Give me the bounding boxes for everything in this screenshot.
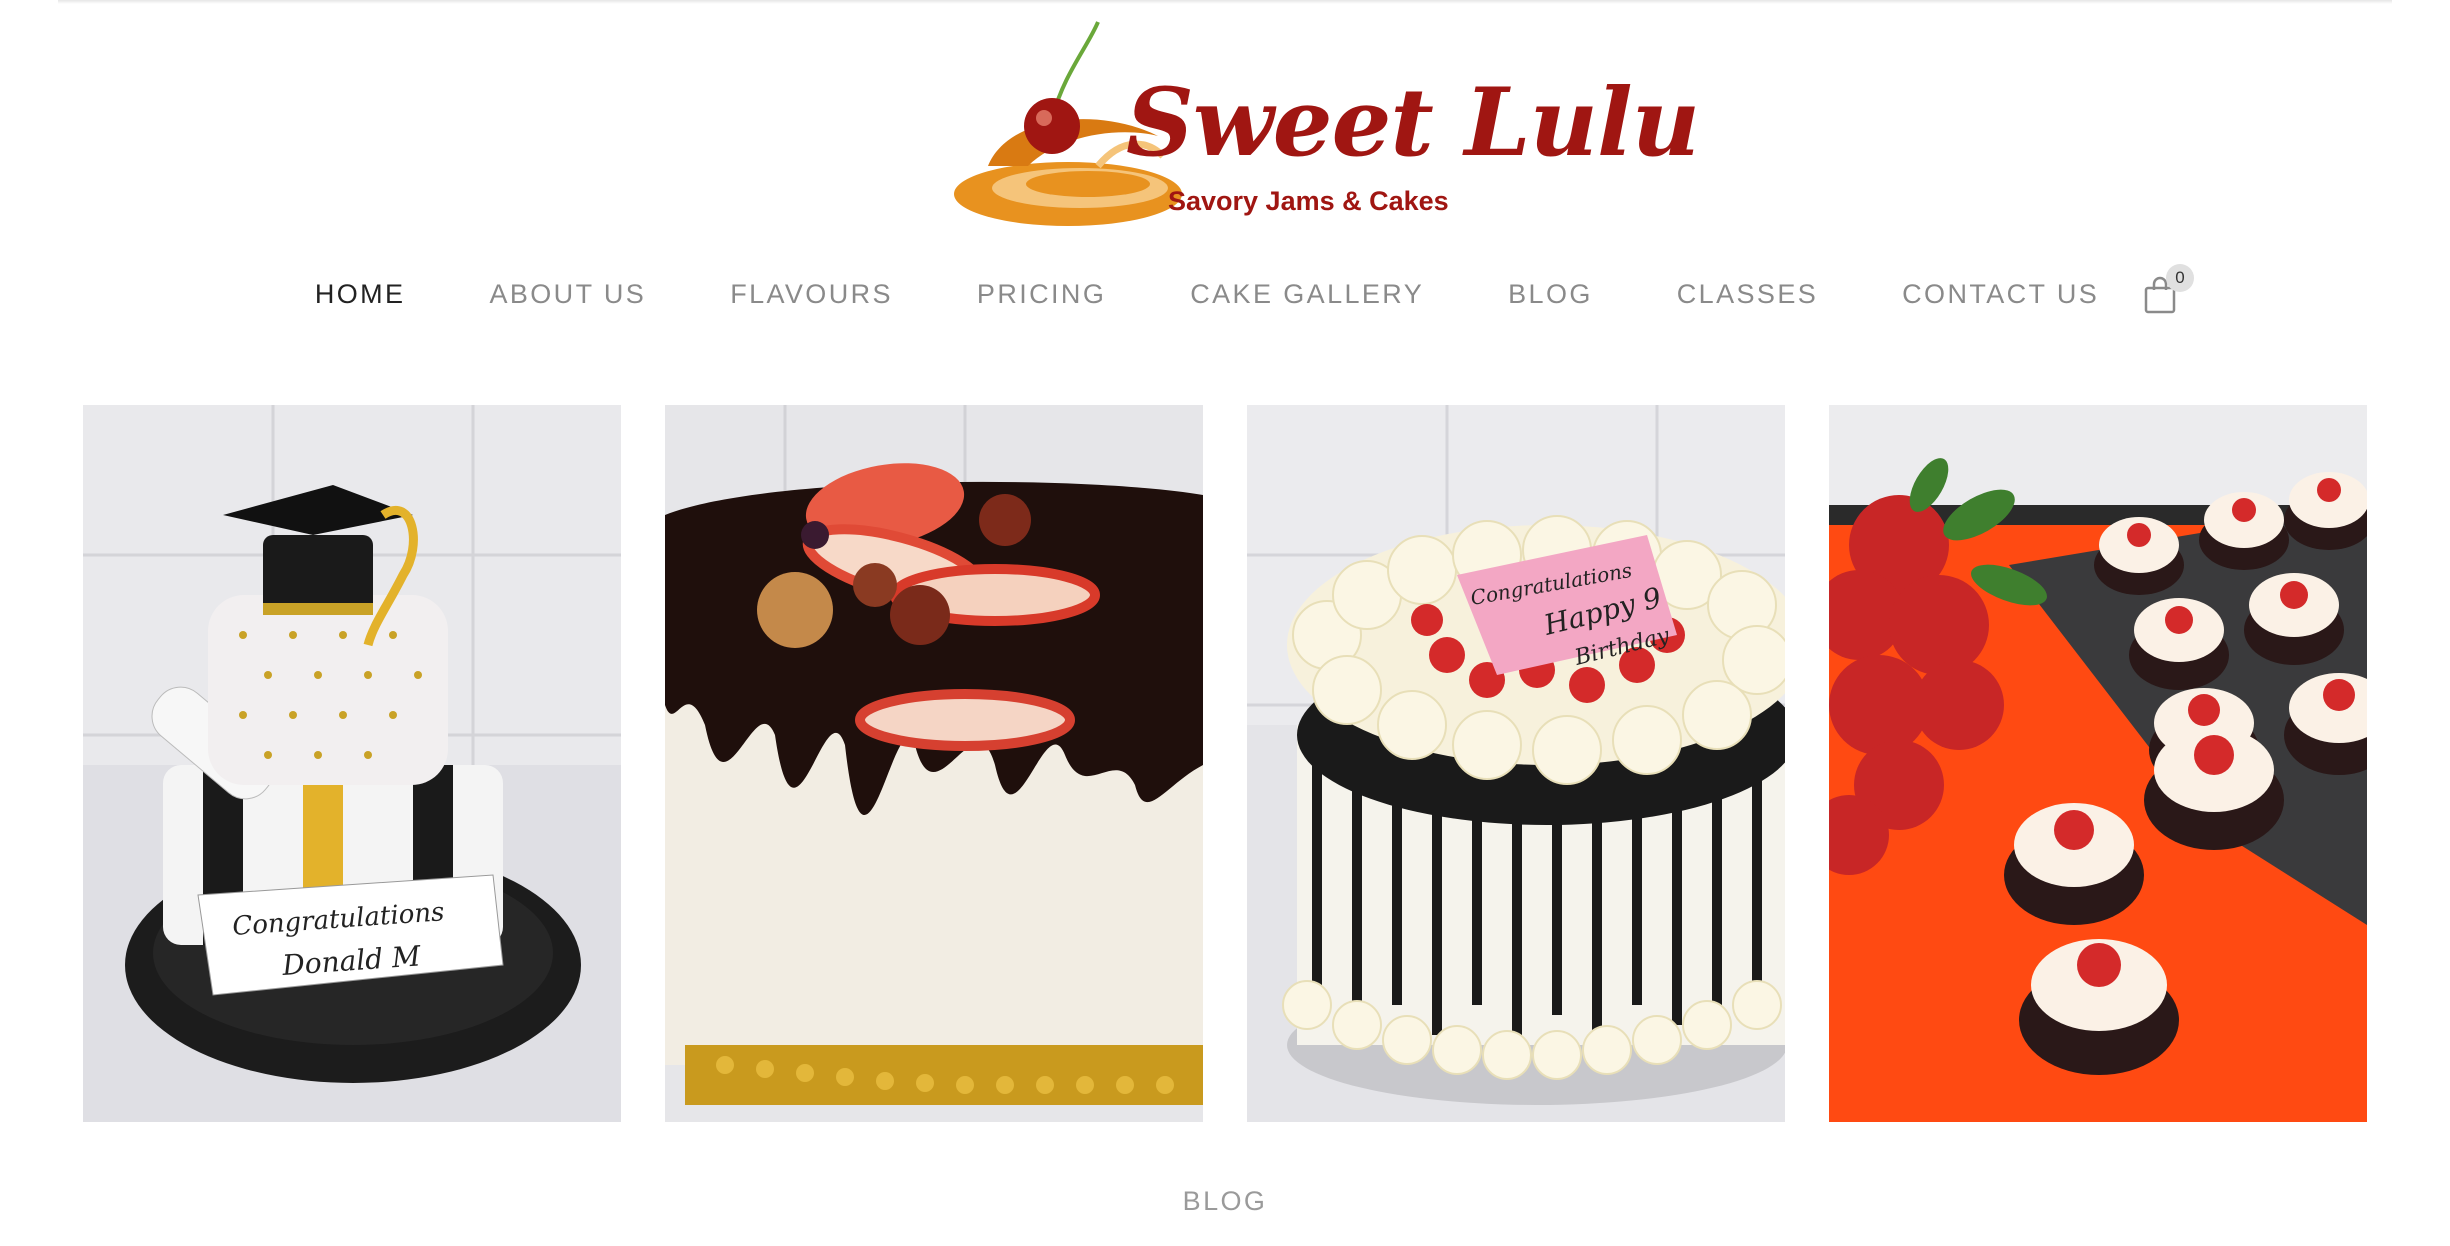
site-logo[interactable]: Sweet Lulu Savory Jams & Cakes [948, 16, 1700, 232]
cart-button[interactable]: 0 [2144, 264, 2194, 320]
nav-item-flavours[interactable]: FLAVOURS [730, 279, 893, 310]
strawberry-cupcakes-photo [1829, 405, 2367, 1122]
section-label-blog[interactable]: BLOG [0, 1186, 2450, 1217]
gallery-tile-graduation-cake[interactable]: Congratulations Donald M [83, 405, 621, 1122]
nav-item-classes[interactable]: CLASSES [1677, 279, 1818, 310]
nav-item-cake-gallery[interactable]: CAKE GALLERY [1190, 279, 1424, 310]
graduation-cake-photo: Congratulations Donald M [83, 405, 621, 1122]
strawberry-cream-birthday-cake-photo: Congratulations Happy 9 Birthday [1247, 405, 1785, 1122]
nav-item-about-us[interactable]: ABOUT US [489, 279, 646, 310]
nav-item-contact-us[interactable]: CONTACT US [1902, 279, 2099, 310]
gallery-tile-birthday-cake[interactable]: Congratulations Happy 9 Birthday [1247, 405, 1785, 1122]
nav-item-blog[interactable]: BLOG [1508, 279, 1593, 310]
gallery-tile-cupcakes[interactable] [1829, 405, 2367, 1122]
main-nav: HOME ABOUT US FLAVOURS PRICING CAKE GALL… [0, 270, 2450, 318]
brand-tagline: Savory Jams & Cakes [1168, 186, 1449, 216]
nav-item-pricing[interactable]: PRICING [977, 279, 1106, 310]
gallery-tile-chocolate-drip-cake[interactable] [665, 405, 1203, 1122]
main-nav-list: HOME ABOUT US FLAVOURS PRICING CAKE GALL… [273, 279, 2141, 310]
chocolate-drip-fruit-cake-photo [665, 405, 1203, 1122]
nav-item-home[interactable]: HOME [315, 279, 406, 310]
cake-gallery-grid: Congratulations Donald M Congratulations… [83, 405, 2367, 1122]
header-shadow [58, 0, 2392, 4]
cart-count-badge: 0 [2166, 264, 2194, 292]
page: Sweet Lulu Savory Jams & Cakes HOME ABOU… [0, 0, 2450, 1246]
brand-name: Sweet Lulu [1126, 68, 1700, 178]
